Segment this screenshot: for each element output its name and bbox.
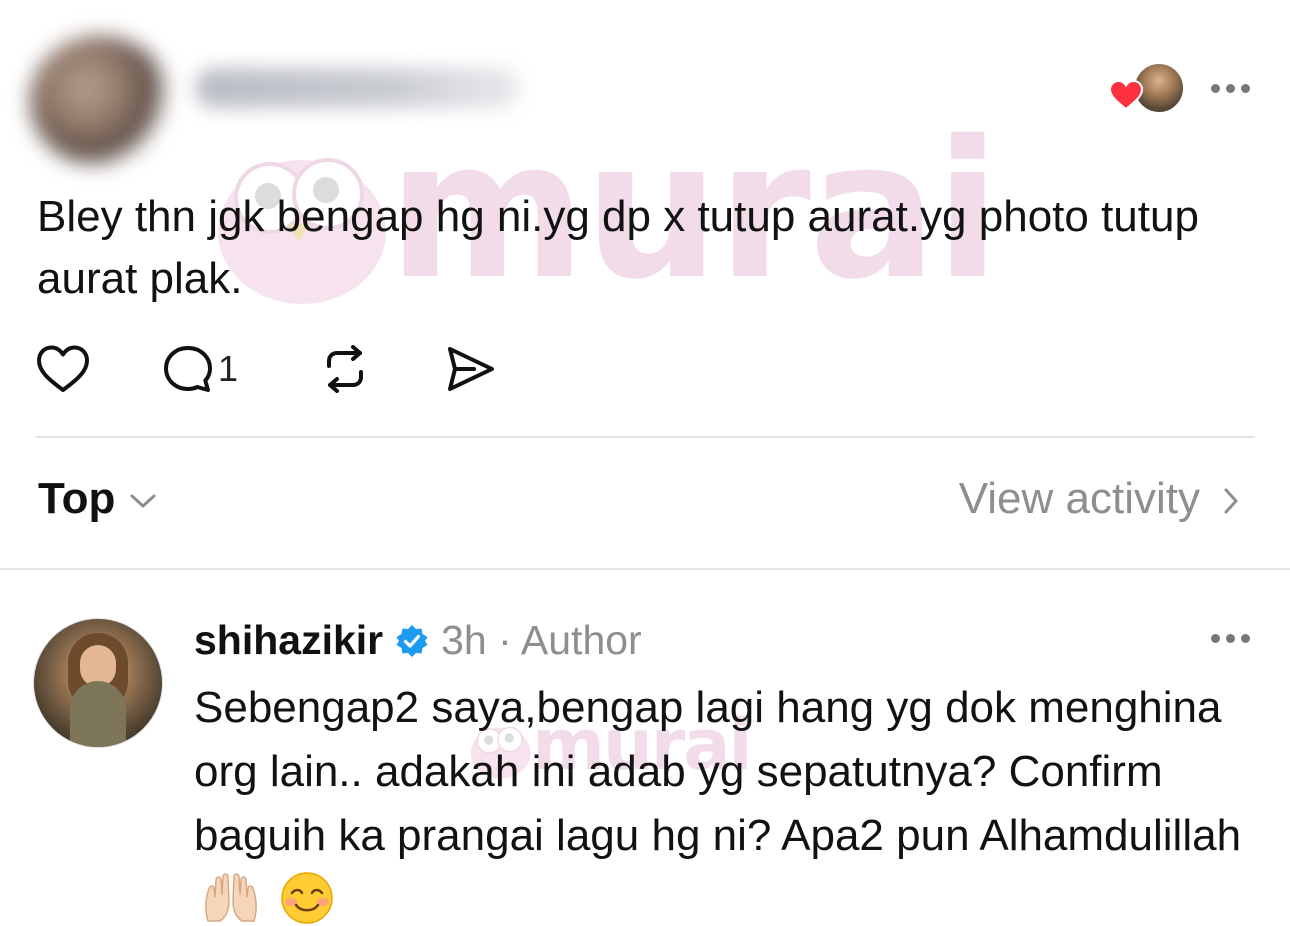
post-text: Bley thn jgk bengap hg ni.yg dp x tutup … xyxy=(37,192,1199,303)
comment-button[interactable]: 1 xyxy=(162,338,238,400)
divider xyxy=(36,436,1255,438)
sort-dropdown[interactable]: Top xyxy=(38,474,157,524)
heart-icon xyxy=(37,345,89,392)
view-activity-link[interactable]: View activity xyxy=(959,474,1240,524)
divider xyxy=(0,568,1290,570)
share-icon xyxy=(448,347,494,391)
chevron-down-icon xyxy=(130,494,156,508)
view-activity-label: View activity xyxy=(958,474,1200,523)
post-author-username-blurred[interactable] xyxy=(195,68,520,108)
post-author-avatar-blurred[interactable] xyxy=(30,36,170,166)
share-button[interactable] xyxy=(444,338,498,400)
verified-badge-icon xyxy=(396,625,428,657)
post-header-actions xyxy=(1109,62,1250,114)
heart-filled-icon xyxy=(1109,80,1143,110)
more-icon[interactable] xyxy=(1211,628,1250,648)
sort-label: Top xyxy=(38,474,116,523)
repost-icon xyxy=(327,345,363,393)
reply-meta: 3h · Author xyxy=(441,616,642,663)
reply-username[interactable]: shihazikir xyxy=(194,617,383,664)
comment-icon xyxy=(164,346,212,392)
reply-text-content: Sebengap2 saya,bengap lagi hang yg dok m… xyxy=(194,683,1242,860)
raised-hands-emoji-icon xyxy=(205,873,257,923)
liked-by-author-indicator[interactable] xyxy=(1109,62,1185,114)
comment-count: 1 xyxy=(218,348,239,389)
smiling-face-emoji-icon xyxy=(281,872,333,925)
repost-button[interactable] xyxy=(318,338,372,400)
like-button[interactable] xyxy=(36,338,90,400)
reply-text: Sebengap2 saya,bengap lagi hang yg dok m… xyxy=(194,676,1274,926)
chevron-right-icon xyxy=(1224,488,1238,514)
reply-author-avatar[interactable] xyxy=(33,618,163,748)
more-icon[interactable] xyxy=(1211,78,1250,98)
reply-header: shihazikir 3h · Author xyxy=(194,612,642,668)
thread-page: murai murai Bley thn jgk bengap hg ni.yg… xyxy=(0,0,1290,926)
